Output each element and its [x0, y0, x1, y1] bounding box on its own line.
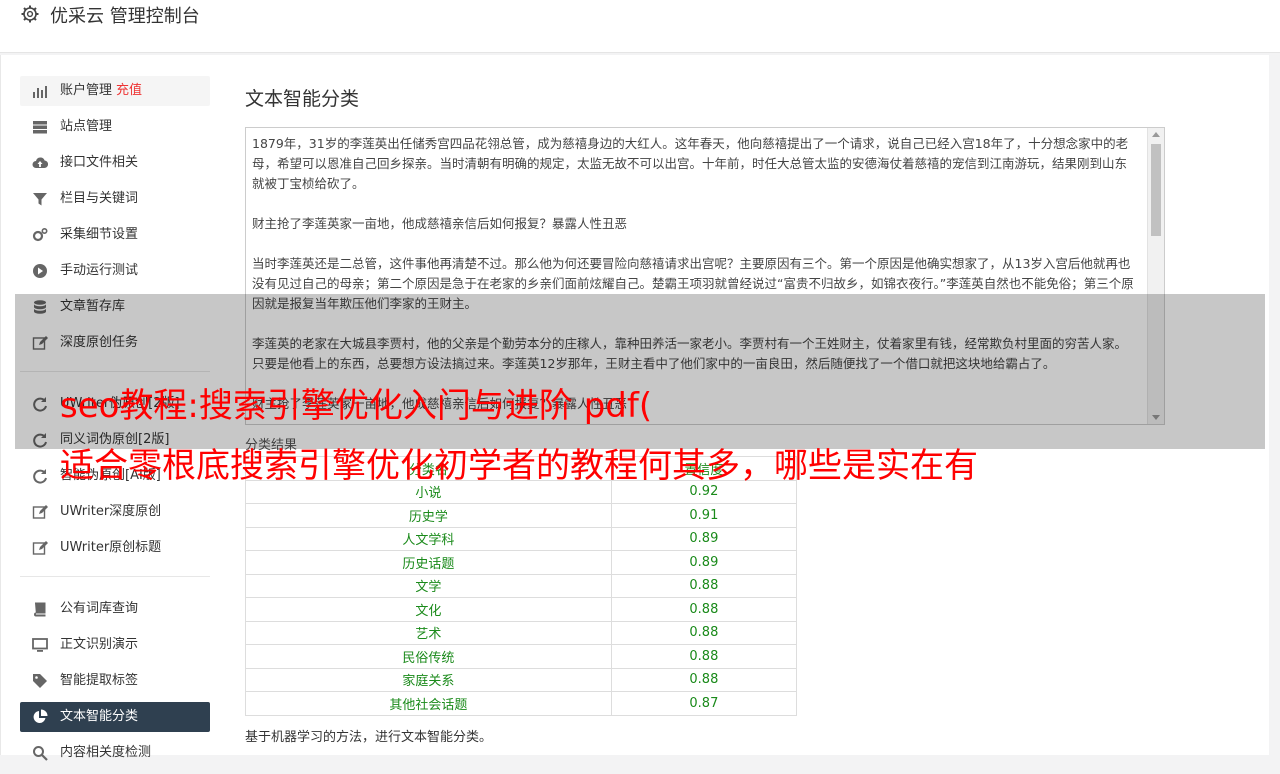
category-cell: 历史话题 — [245, 550, 612, 575]
sidebar-item-label: 智能提取标签 — [60, 673, 139, 688]
table-row: 历史学 0.91 — [245, 503, 798, 528]
play-circle-icon — [33, 264, 47, 278]
confidence-cell: 0.91 — [610, 503, 798, 528]
confidence-cell: 0.88 — [610, 667, 798, 692]
category-cell: 家庭关系 — [245, 667, 612, 692]
category-cell: 艺术 — [245, 620, 612, 645]
table-row: 文化 0.88 — [245, 597, 798, 622]
sidebar-item-uwriter-title[interactable]: UWriter原创标题 — [20, 533, 210, 563]
confidence-cell: 0.89 — [610, 526, 798, 551]
search-icon — [33, 746, 48, 761]
recharge-link[interactable]: 充值 — [116, 83, 142, 98]
sidebar-item-label: 站点管理 — [60, 119, 113, 134]
edit-icon — [32, 541, 48, 555]
sidebar-item-label: 正文识别演示 — [60, 637, 139, 652]
classification-table: 分类名 置信度 小说 0.92 历史学 0.91 人文学科 0.89 历史话题 0.89… — [245, 456, 798, 716]
sidebar-divider — [20, 576, 210, 577]
sidebar-item-text-recognition[interactable]: 正文识别演示 — [20, 630, 210, 660]
confidence-cell: 0.88 — [610, 597, 798, 622]
bar-chart-icon — [33, 86, 47, 98]
table-row: 艺术 0.88 — [245, 620, 798, 645]
text-paragraph: 1879年，31岁的李莲英出任储秀宫四品花翎总管，成为慈禧身边的大红人。这年春天… — [252, 136, 1129, 191]
sidebar-item-label: 接口文件相关 — [60, 155, 139, 170]
sidebar-item-label: 公有词库查询 — [60, 601, 139, 616]
sidebar-item-label: 内容相关度检测 — [60, 745, 152, 760]
refresh-icon — [33, 469, 47, 484]
cogs-icon — [32, 227, 48, 242]
sidebar-item-label: 栏目与关键词 — [60, 191, 139, 206]
confidence-cell: 0.89 — [610, 550, 798, 575]
category-cell: 民俗传统 — [245, 644, 612, 669]
text-paragraph: 财主抢了李莲英家一亩地，他成慈禧亲信后如何报复？暴露人性丑恶 — [252, 216, 628, 231]
sidebar-item-manual-run[interactable]: 手动运行测试 — [20, 256, 210, 286]
sidebar-item-account[interactable]: 账户管理 充值 — [20, 76, 210, 106]
scroll-thumb[interactable] — [1151, 144, 1161, 236]
category-cell: 人文学科 — [245, 526, 612, 551]
sidebar-item-label: 手动运行测试 — [60, 263, 139, 278]
sidebar-item-public-lexicon[interactable]: 公有词库查询 — [20, 594, 210, 624]
pie-chart-icon — [33, 709, 48, 723]
sidebar-item-sites[interactable]: 站点管理 — [20, 112, 210, 142]
gear-icon — [21, 5, 39, 23]
table-row: 家庭关系 0.88 — [245, 667, 798, 692]
table-row: 人文学科 0.89 — [245, 526, 798, 551]
tag-icon — [33, 674, 47, 688]
sidebar-item-label: 文本智能分类 — [60, 709, 139, 724]
category-cell: 文化 — [245, 597, 612, 622]
confidence-cell: 0.87 — [610, 691, 798, 716]
category-cell: 历史学 — [245, 503, 612, 528]
sidebar-item-label: 采集细节设置 — [60, 227, 139, 242]
sidebar-item-columns-keywords[interactable]: 栏目与关键词 — [20, 184, 210, 214]
table-row: 其他社会话题 0.87 — [245, 691, 798, 716]
filter-icon — [33, 193, 47, 206]
book-icon — [34, 602, 46, 617]
confidence-cell: 0.88 — [610, 644, 798, 669]
footnote: 基于机器学习的方法，进行文本智能分类。 — [245, 730, 493, 745]
sidebar-item-label: 账户管理 — [60, 83, 113, 98]
sidebar-item-collect-settings[interactable]: 采集细节设置 — [20, 220, 210, 250]
sidebar-item-tag-extract[interactable]: 智能提取标签 — [20, 666, 210, 696]
table-row: 历史话题 0.89 — [245, 550, 798, 575]
cloud-upload-icon — [32, 157, 48, 169]
table-row: 文学 0.88 — [245, 573, 798, 598]
server-icon — [33, 121, 47, 134]
watermark-title-line1: seo教程:搜索引擎优化入门与进阶 pdf( — [60, 386, 653, 426]
confidence-cell: 0.88 — [610, 620, 798, 645]
table-row: 民俗传统 0.88 — [245, 644, 798, 669]
sidebar-item-interface-files[interactable]: 接口文件相关 — [20, 148, 210, 178]
sidebar-item-text-classify[interactable]: 文本智能分类 — [20, 702, 210, 732]
category-cell: 其他社会话题 — [245, 691, 612, 716]
watermark-title-line2: 适合零根底搜索引擎优化初学者的教程何其多，哪些是实在有 — [60, 446, 978, 486]
app-title: 优采云 管理控制台 — [50, 6, 200, 27]
monitor-icon — [32, 638, 48, 652]
confidence-cell: 0.88 — [610, 573, 798, 598]
sidebar-item-label: UWriter深度原创 — [60, 504, 162, 519]
sidebar-item-relevance-check[interactable]: 内容相关度检测 — [20, 738, 210, 768]
page-title: 文本智能分类 — [245, 88, 360, 110]
edit-icon — [32, 505, 48, 519]
sidebar-item-uwriter-deep[interactable]: UWriter深度原创 — [20, 497, 210, 527]
sidebar-item-label: UWriter原创标题 — [60, 540, 162, 555]
top-bar: 优采云 管理控制台 — [0, 0, 1280, 53]
scroll-up-arrow-icon[interactable] — [1152, 132, 1160, 137]
category-cell: 文学 — [245, 573, 612, 598]
